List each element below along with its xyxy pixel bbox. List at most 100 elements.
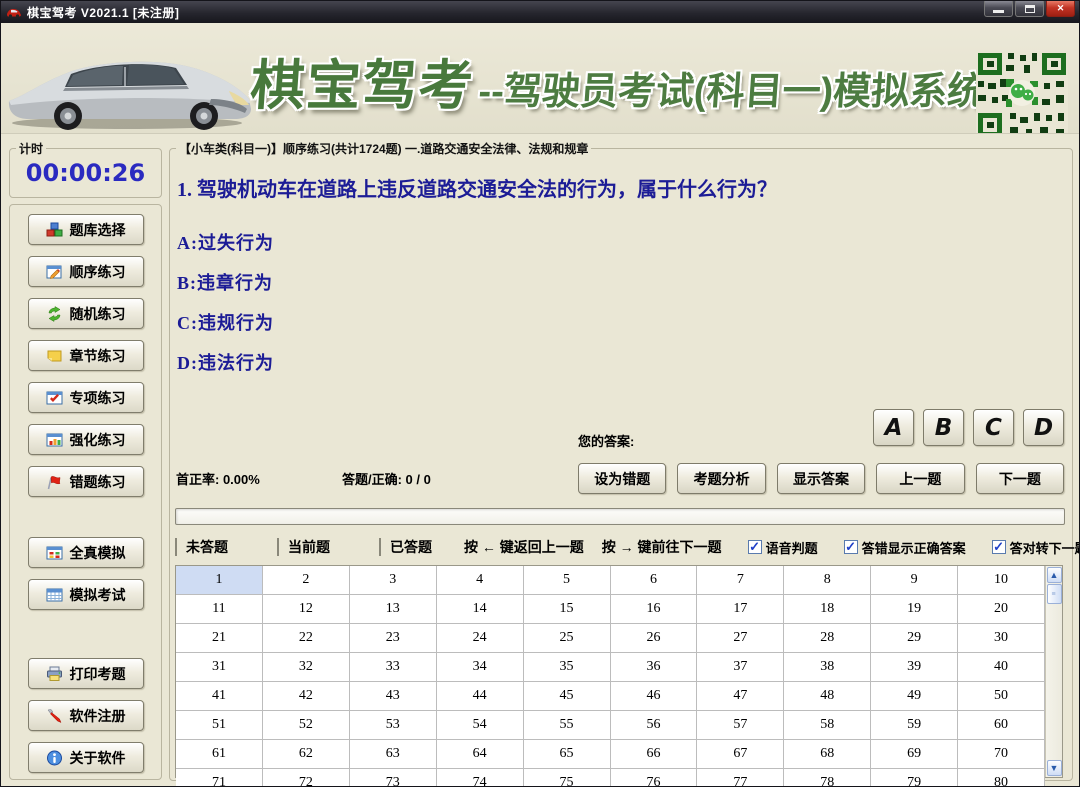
grid-cell[interactable]: 33 [350,653,437,682]
grid-cell[interactable]: 60 [958,711,1045,740]
grid-cell[interactable]: 52 [263,711,350,740]
prev-question-button[interactable]: 上一题 [876,463,964,494]
grid-scrollbar[interactable]: ▲ ≡ ▼ [1045,566,1062,777]
sidebar-item-random-practice[interactable]: 随机练习 [28,298,144,329]
grid-cell[interactable]: 1 [176,566,263,595]
sidebar-item-full-simulation[interactable]: 全真模拟 [28,537,144,568]
grid-cell[interactable]: 15 [524,595,611,624]
grid-cell[interactable]: 3 [350,566,437,595]
grid-cell[interactable]: 76 [611,769,698,787]
grid-cell[interactable]: 79 [871,769,958,787]
grid-cell[interactable]: 26 [611,624,698,653]
grid-cell[interactable]: 31 [176,653,263,682]
grid-cell[interactable]: 42 [263,682,350,711]
voice-judge-checkbox[interactable]: ✓ 语音判题 [748,538,818,557]
grid-cell[interactable]: 8 [784,566,871,595]
auto-next-on-correct-checkbox[interactable]: ✓ 答对转下一题 [992,538,1080,557]
grid-cell[interactable]: 59 [871,711,958,740]
grid-cell[interactable]: 34 [437,653,524,682]
grid-cell[interactable]: 12 [263,595,350,624]
grid-cell[interactable]: 7 [697,566,784,595]
grid-cell[interactable]: 49 [871,682,958,711]
grid-cell[interactable]: 10 [958,566,1045,595]
scroll-up-icon[interactable]: ▲ [1047,567,1062,583]
grid-cell[interactable]: 68 [784,740,871,769]
grid-cell[interactable]: 54 [437,711,524,740]
grid-cell[interactable]: 21 [176,624,263,653]
answer-c-button[interactable]: C [973,409,1014,446]
grid-cell[interactable]: 14 [437,595,524,624]
answer-b-button[interactable]: B [923,409,964,446]
grid-cell[interactable]: 11 [176,595,263,624]
grid-cell[interactable]: 57 [697,711,784,740]
grid-cell[interactable]: 50 [958,682,1045,711]
grid-cell[interactable]: 24 [437,624,524,653]
analysis-button[interactable]: 考题分析 [677,463,765,494]
grid-cell[interactable]: 63 [350,740,437,769]
close-button[interactable]: ✕ [1046,1,1075,17]
show-answer-button[interactable]: 显示答案 [777,463,865,494]
grid-cell[interactable]: 28 [784,624,871,653]
grid-cell[interactable]: 32 [263,653,350,682]
grid-cell[interactable]: 67 [697,740,784,769]
grid-cell[interactable]: 64 [437,740,524,769]
grid-cell[interactable]: 29 [871,624,958,653]
sidebar-item-sequential-practice[interactable]: 顺序练习 [28,256,144,287]
grid-cell[interactable]: 51 [176,711,263,740]
next-question-button[interactable]: 下一题 [976,463,1064,494]
grid-cell[interactable]: 13 [350,595,437,624]
grid-cell[interactable]: 53 [350,711,437,740]
grid-cell[interactable]: 47 [697,682,784,711]
grid-cell[interactable]: 39 [871,653,958,682]
scroll-thumb[interactable]: ≡ [1047,584,1062,604]
show-correct-on-wrong-checkbox[interactable]: ✓ 答错显示正确答案 [844,538,966,557]
grid-cell[interactable]: 9 [871,566,958,595]
grid-cell[interactable]: 66 [611,740,698,769]
grid-cell[interactable]: 22 [263,624,350,653]
mark-wrong-button[interactable]: 设为错题 [578,463,666,494]
grid-cell[interactable]: 4 [437,566,524,595]
grid-cell[interactable]: 65 [524,740,611,769]
grid-cell[interactable]: 19 [871,595,958,624]
grid-cell[interactable]: 62 [263,740,350,769]
grid-cell[interactable]: 18 [784,595,871,624]
grid-cell[interactable]: 16 [611,595,698,624]
grid-cell[interactable]: 38 [784,653,871,682]
grid-cell[interactable]: 35 [524,653,611,682]
grid-cell[interactable]: 48 [784,682,871,711]
grid-cell[interactable]: 70 [958,740,1045,769]
sidebar-item-print-questions[interactable]: 打印考题 [28,658,144,689]
grid-cell[interactable]: 43 [350,682,437,711]
grid-cell[interactable]: 23 [350,624,437,653]
sidebar-item-intensive-practice[interactable]: 强化练习 [28,424,144,455]
grid-cell[interactable]: 5 [524,566,611,595]
sidebar-item-software-register[interactable]: 软件注册 [28,700,144,731]
answer-d-button[interactable]: D [1023,409,1064,446]
maximize-button[interactable] [1015,1,1044,17]
grid-cell[interactable]: 56 [611,711,698,740]
grid-cell[interactable]: 74 [437,769,524,787]
grid-cell[interactable]: 36 [611,653,698,682]
grid-cell[interactable]: 40 [958,653,1045,682]
grid-cell[interactable]: 41 [176,682,263,711]
grid-cell[interactable]: 20 [958,595,1045,624]
grid-cell[interactable]: 78 [784,769,871,787]
grid-cell[interactable]: 80 [958,769,1045,787]
grid-cell[interactable]: 58 [784,711,871,740]
grid-cell[interactable]: 55 [524,711,611,740]
sidebar-item-special-practice[interactable]: 专项练习 [28,382,144,413]
answer-a-button[interactable]: A [873,409,914,446]
grid-cell[interactable]: 2 [263,566,350,595]
sidebar-item-chapter-practice[interactable]: 章节练习 [28,340,144,371]
grid-cell[interactable]: 25 [524,624,611,653]
grid-cell[interactable]: 71 [176,769,263,787]
grid-cell[interactable]: 72 [263,769,350,787]
sidebar-item-mock-exam[interactable]: 模拟考试 [28,579,144,610]
grid-cell[interactable]: 44 [437,682,524,711]
grid-cell[interactable]: 46 [611,682,698,711]
grid-cell[interactable]: 77 [697,769,784,787]
grid-cell[interactable]: 69 [871,740,958,769]
grid-cell[interactable]: 27 [697,624,784,653]
sidebar-item-wrong-questions[interactable]: 错题练习 [28,466,144,497]
grid-cell[interactable]: 37 [697,653,784,682]
